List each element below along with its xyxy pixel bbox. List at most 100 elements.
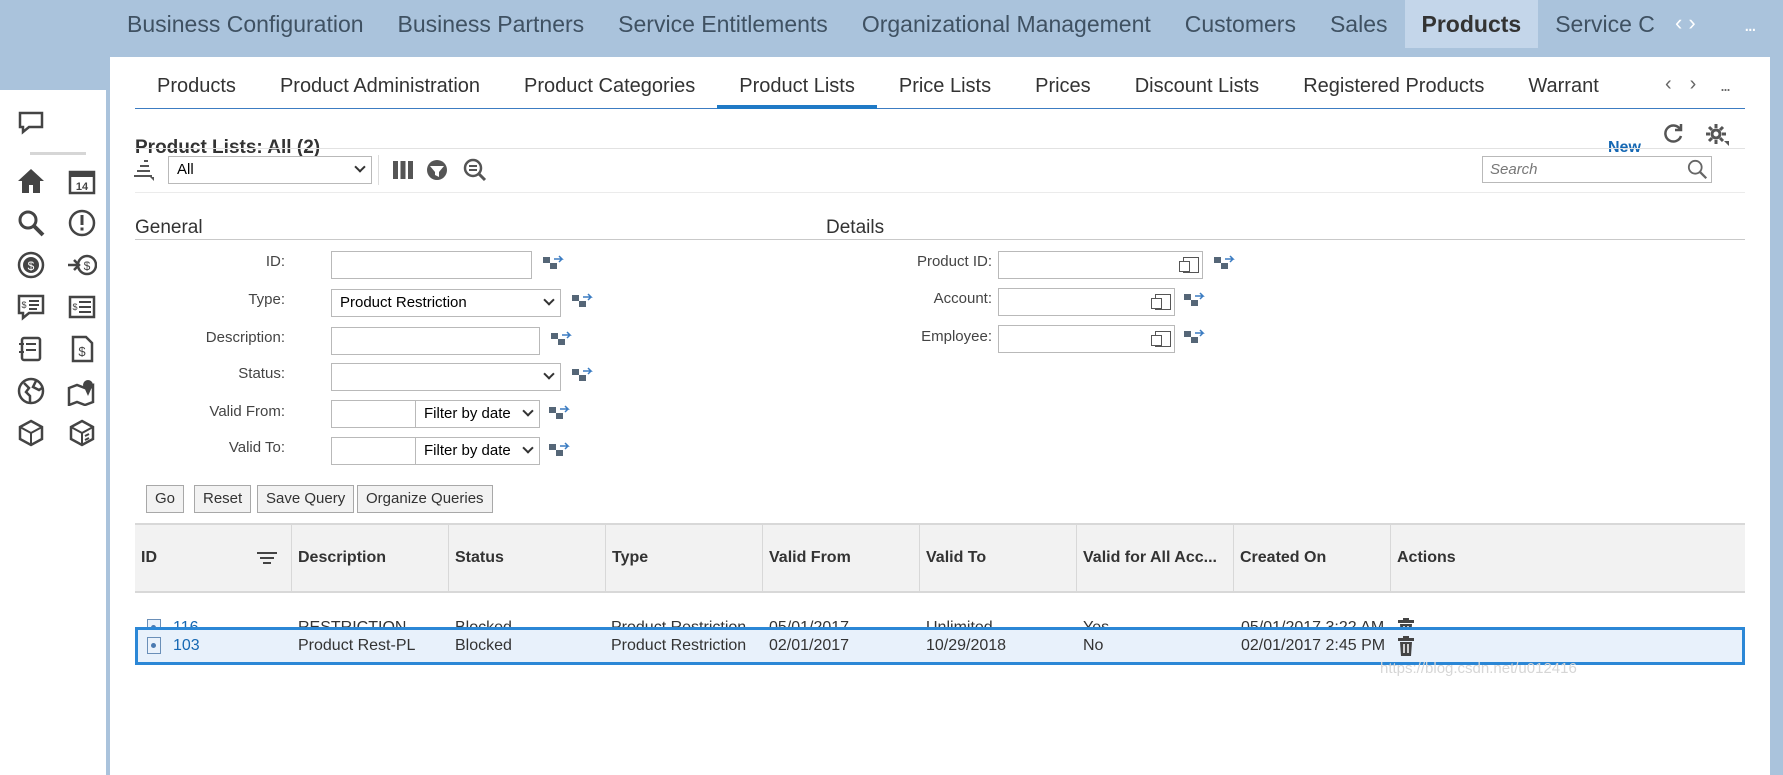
- feed-icon[interactable]: [14, 106, 48, 140]
- open-picker-icon[interactable]: [1151, 331, 1171, 347]
- more-icon[interactable]: ...: [1744, 14, 1757, 37]
- description-field[interactable]: [331, 327, 540, 355]
- tab-product-lists[interactable]: Product Lists: [717, 67, 877, 109]
- go-button[interactable]: Go: [146, 485, 185, 513]
- map-marker-icon[interactable]: [65, 374, 99, 408]
- employee-field[interactable]: [998, 325, 1175, 353]
- search-input[interactable]: Search: [1482, 156, 1712, 183]
- column-header-created-on[interactable]: Created On: [1234, 525, 1391, 591]
- row-valid-all: No: [1083, 637, 1104, 654]
- value-help-icon[interactable]: [548, 405, 570, 421]
- top-nav-products[interactable]: Products: [1404, 0, 1539, 48]
- table-header: ID Description Status Type Valid From Va…: [135, 523, 1745, 593]
- type-selector-value: Product Restriction: [340, 294, 467, 311]
- more-icon[interactable]: ...: [1720, 75, 1731, 96]
- status-selector[interactable]: [331, 363, 561, 391]
- view-selector[interactable]: All: [168, 156, 372, 184]
- value-help-icon[interactable]: [548, 442, 570, 458]
- column-header-description[interactable]: Description: [292, 525, 449, 591]
- row-id-link[interactable]: 103: [173, 627, 200, 665]
- tab-prices[interactable]: Prices: [1013, 67, 1113, 109]
- tab-product-administration[interactable]: Product Administration: [258, 67, 502, 109]
- columns-icon[interactable]: [388, 155, 418, 185]
- column-header-valid-to[interactable]: Valid To: [920, 525, 1077, 591]
- top-nav-service-entitlements[interactable]: Service Entitlements: [601, 0, 845, 48]
- column-header-valid-from[interactable]: Valid From: [763, 525, 920, 591]
- value-help-icon[interactable]: [1183, 329, 1205, 345]
- product-id-label: Product ID:: [916, 253, 992, 270]
- calendar-icon[interactable]: 14: [65, 164, 99, 198]
- id-field[interactable]: [331, 251, 532, 279]
- tab-registered-products[interactable]: Registered Products: [1281, 67, 1506, 109]
- row-valid-from: 02/01/2017: [769, 637, 850, 654]
- alert-icon[interactable]: [65, 206, 99, 240]
- tab-products[interactable]: Products: [135, 67, 258, 109]
- invoice-icon[interactable]: $: [65, 332, 99, 366]
- value-help-icon[interactable]: [1183, 292, 1205, 308]
- top-nav-sales[interactable]: Sales: [1313, 0, 1405, 48]
- home-icon[interactable]: [14, 164, 48, 198]
- type-selector[interactable]: Product Restriction: [331, 289, 561, 317]
- search-icon[interactable]: [1686, 158, 1710, 182]
- calendar-icon-day: 14: [76, 181, 89, 193]
- column-header-type[interactable]: Type: [606, 525, 763, 591]
- gear-icon[interactable]: [1702, 119, 1732, 149]
- top-nav-service[interactable]: Service C: [1538, 0, 1670, 48]
- value-help-icon[interactable]: [571, 293, 593, 309]
- row-type: Product Restriction: [611, 637, 747, 654]
- value-help-icon[interactable]: [542, 255, 564, 271]
- divider: [135, 148, 1745, 149]
- sort-icon[interactable]: [128, 155, 158, 185]
- valid-from-filter-selector[interactable]: Filter by date: [415, 400, 540, 428]
- query-search-icon[interactable]: [460, 155, 490, 185]
- chevron-right-icon[interactable]: ›: [1688, 10, 1695, 36]
- globe-icon[interactable]: [14, 374, 48, 408]
- price-list-icon[interactable]: $: [65, 290, 99, 324]
- value-help-icon[interactable]: [550, 331, 572, 347]
- top-nav-business-partners[interactable]: Business Partners: [381, 0, 602, 48]
- svg-text:$: $: [78, 344, 86, 359]
- top-nav-customers[interactable]: Customers: [1168, 0, 1313, 48]
- reset-button[interactable]: Reset: [194, 485, 252, 513]
- open-picker-icon[interactable]: [1179, 257, 1199, 273]
- valid-to-filter-selector[interactable]: Filter by date: [415, 437, 540, 465]
- tab-product-categories[interactable]: Product Categories: [502, 67, 717, 109]
- document-icon: [147, 637, 161, 654]
- filter-icon[interactable]: [422, 155, 452, 185]
- tab-discount-lists[interactable]: Discount Lists: [1113, 67, 1282, 109]
- top-nav-business-configuration[interactable]: Business Configuration: [110, 0, 381, 48]
- value-help-icon[interactable]: [571, 367, 593, 383]
- sub-nav-arrows: ‹ ›: [1665, 73, 1696, 96]
- product-registered-icon[interactable]: [65, 416, 99, 450]
- tab-warranties[interactable]: Warrant: [1506, 67, 1620, 109]
- column-header-status[interactable]: Status: [449, 525, 606, 591]
- search-icon[interactable]: [14, 206, 48, 240]
- value-help-icon[interactable]: [1213, 255, 1235, 271]
- register-icon[interactable]: [14, 332, 48, 366]
- open-picker-icon[interactable]: [1151, 294, 1171, 310]
- top-navigation: Business Configuration Business Partners…: [0, 0, 1783, 56]
- account-field[interactable]: [998, 288, 1175, 316]
- payment-in-icon[interactable]: $: [65, 248, 99, 282]
- organize-queries-button[interactable]: Organize Queries: [357, 485, 493, 513]
- chevron-right-icon[interactable]: ›: [1690, 73, 1697, 96]
- product-id-field[interactable]: [998, 251, 1203, 279]
- product-icon[interactable]: [14, 416, 48, 450]
- refresh-icon[interactable]: [1658, 119, 1688, 149]
- chevron-left-icon[interactable]: ‹: [1665, 73, 1672, 96]
- save-query-button[interactable]: Save Query: [257, 485, 355, 513]
- quote-icon[interactable]: $: [14, 290, 48, 324]
- rail-separator: [30, 152, 86, 155]
- details-section-line: [826, 239, 1745, 240]
- currency-icon[interactable]: $: [14, 248, 48, 282]
- valid-to-label: Valid To:: [228, 439, 285, 456]
- chevron-left-icon[interactable]: ‹: [1675, 10, 1682, 36]
- trash-icon[interactable]: [1397, 636, 1415, 656]
- watermark: https://blog.csdn.net/u012416: [1380, 660, 1577, 677]
- column-menu-icon[interactable]: [255, 549, 279, 567]
- row-created-on: 02/01/2017 2:45 PM: [1241, 637, 1386, 654]
- tab-price-lists[interactable]: Price Lists: [877, 67, 1013, 109]
- svg-text:$: $: [72, 302, 77, 312]
- column-header-valid-for-all-accounts[interactable]: Valid for All Acc...: [1077, 525, 1234, 591]
- top-nav-organizational-management[interactable]: Organizational Management: [845, 0, 1168, 48]
